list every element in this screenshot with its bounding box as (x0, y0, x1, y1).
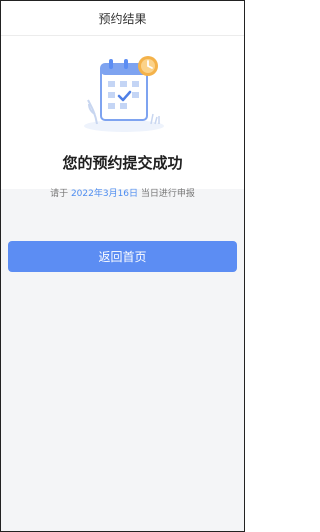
calendar-check-clock-icon (84, 56, 164, 132)
result-panel: 您的预约提交成功 请于 2022年3月16日 当日进行申报 (1, 36, 244, 199)
success-title: 您的预约提交成功 (62, 154, 183, 172)
navigation-bar: 预约结果 (1, 1, 244, 36)
page-title: 预约结果 (98, 11, 147, 26)
declare-date: 2022年3月16日 (70, 189, 139, 199)
phone-screen: 预约结果 您的预约提交成功 请于 2022年3月16日 当日进行申报 返回首页 (0, 0, 245, 532)
notice-prefix: 请于 (50, 189, 69, 199)
notice-suffix: 当日进行申报 (140, 189, 195, 199)
deadline-notice: 请于 2022年3月16日 当日进行申报 (1, 186, 244, 199)
back-home-button[interactable]: 返回首页 (8, 241, 237, 272)
